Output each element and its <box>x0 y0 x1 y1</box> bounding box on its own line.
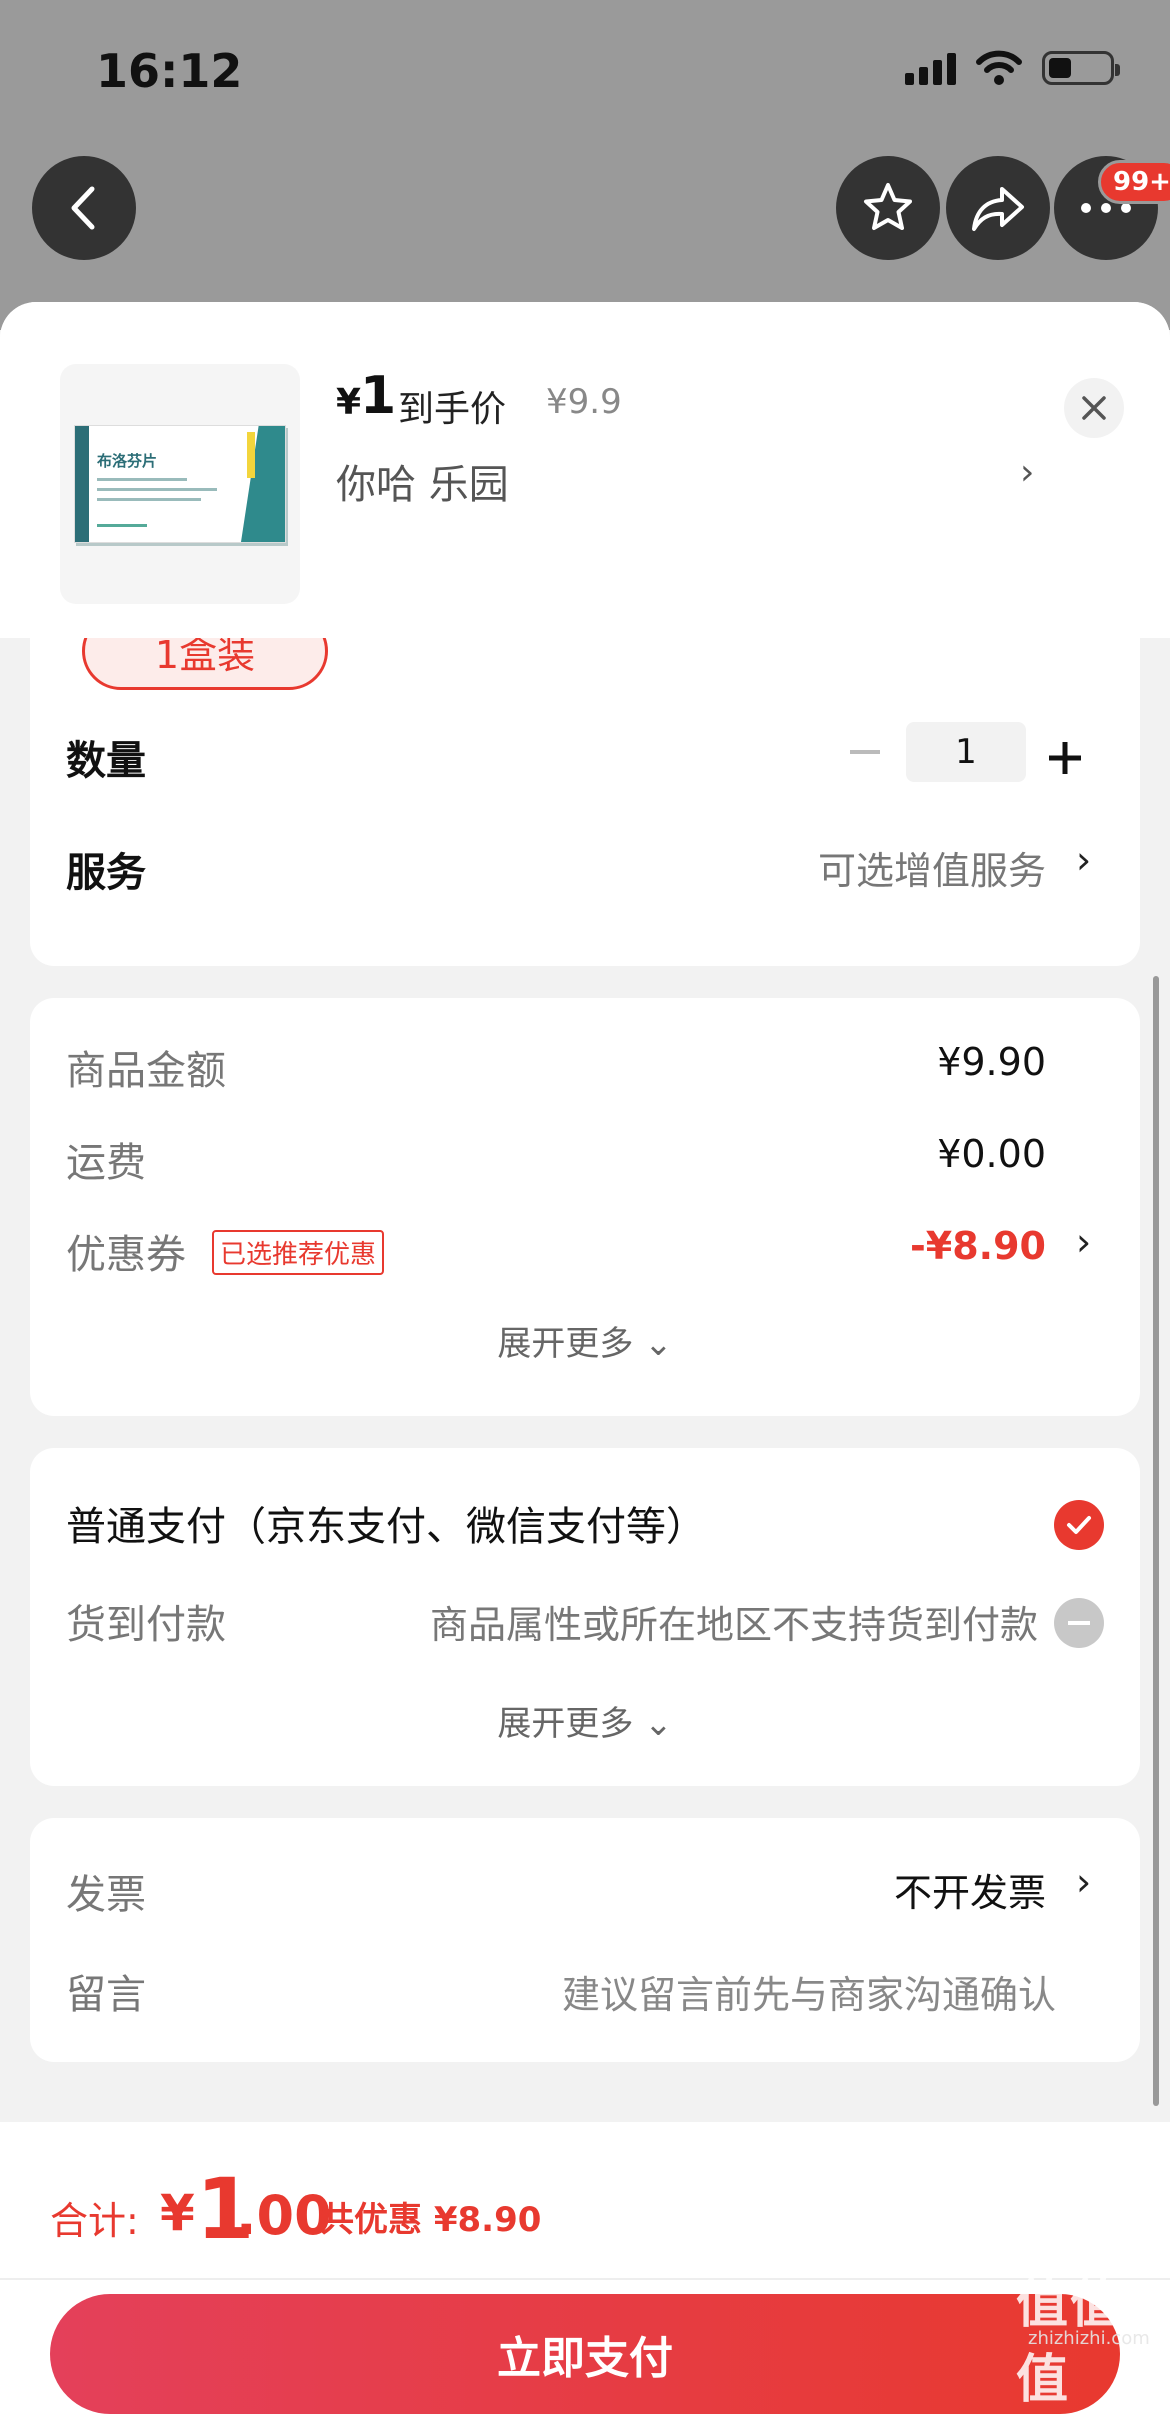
scrollbar[interactable] <box>1153 976 1159 2106</box>
normal-payment-radio[interactable] <box>1054 1500 1104 1550</box>
share-icon <box>972 187 1024 231</box>
invoice-label: 发票 <box>66 1872 146 1918</box>
battery-icon <box>1042 51 1120 85</box>
goods-amount-label: 商品金额 <box>66 1048 226 1094</box>
star-icon <box>864 183 912 230</box>
footer-divider <box>0 2278 1170 2280</box>
wifi-icon <box>976 50 1022 85</box>
payment-card: 普通支付（京东支付、微信支付等） 货到付款 商品属性或所在地区不支持货到付款 展… <box>30 1448 1140 1786</box>
quantity-decrease-button[interactable] <box>850 750 880 754</box>
favorite-button[interactable] <box>836 156 940 260</box>
status-time: 16:12 <box>96 44 243 98</box>
chevron-left-icon <box>71 186 95 230</box>
final-price-label: 到手价 <box>398 389 507 430</box>
back-button[interactable] <box>32 156 136 260</box>
medicine-box-image: 布洛芬片 <box>74 425 286 543</box>
notification-badge: 99+ <box>1098 160 1170 204</box>
cod-label: 货到付款 <box>66 1602 226 1648</box>
options-card: 1盒装 数量 1 服务 可选增值服务 › <box>30 582 1140 966</box>
price-currency: ¥ <box>336 382 362 423</box>
quantity-label: 数量 <box>66 738 146 784</box>
product-thumbnail: 布洛芬片 <box>60 364 300 604</box>
coupon-value[interactable]: -¥8.90 <box>910 1224 1046 1268</box>
selected-spec[interactable]: 你哈 乐园 <box>336 452 509 510</box>
spec-chevron-icon[interactable]: › <box>1020 452 1034 493</box>
goods-amount-value: ¥9.90 <box>937 1040 1046 1084</box>
shipping-label: 运费 <box>66 1140 146 1186</box>
extra-info-card: 发票 不开发票 › 留言 建议留言前先与商家沟通确认 <box>30 1818 1140 2062</box>
total-saving: 共优惠 ¥8.90 <box>320 2200 542 2240</box>
checkout-footer: 合计: ¥ 1 .00 共优惠 ¥8.90 立即支付 <box>0 2122 1170 2430</box>
invoice-value[interactable]: 不开发票 <box>894 1862 1046 1917</box>
coupon-tag: 已选推荐优惠 <box>212 1230 385 1275</box>
box-name: 布洛芬片 <box>97 452 158 470</box>
cod-radio-disabled <box>1054 1598 1104 1648</box>
message-label: 留言 <box>66 1972 146 2018</box>
amounts-card: 商品金额 ¥9.90 运费 ¥0.00 优惠券 已选推荐优惠 -¥8.90 › … <box>30 998 1140 1416</box>
payment-expand-more[interactable]: 展开更多 ⌄ <box>30 1696 1140 1745</box>
order-sheet: 布洛芬片 ¥ 1 到手价 ¥9.9 你哈 乐园 › 1盒装 数量 1 服务 可选… <box>0 302 1170 2122</box>
total-decimal: .00 <box>236 2184 332 2247</box>
service-label: 服务 <box>66 850 146 896</box>
cod-note: 商品属性或所在地区不支持货到付款 <box>429 1603 1038 1647</box>
final-price: 1 <box>360 366 397 426</box>
normal-payment-label[interactable]: 普通支付（京东支付、微信支付等） <box>66 1494 706 1552</box>
service-chevron-icon[interactable]: › <box>1076 838 1091 882</box>
message-input[interactable]: 建议留言前先与商家沟通确认 <box>562 1964 1056 2019</box>
status-icons <box>905 50 1120 86</box>
total-currency: ¥ <box>160 2184 195 2242</box>
watermark-url: zhizhizhi.com <box>1028 2328 1150 2349</box>
original-price: ¥9.9 <box>546 382 622 422</box>
signal-icon <box>905 51 956 85</box>
invoice-chevron-icon[interactable]: › <box>1076 1860 1091 1904</box>
share-button[interactable] <box>946 156 1050 260</box>
product-header: 布洛芬片 ¥ 1 到手价 ¥9.9 你哈 乐园 › <box>0 302 1170 638</box>
coupon-label: 优惠券 <box>66 1232 186 1278</box>
quantity-input[interactable]: 1 <box>906 722 1026 782</box>
close-button[interactable] <box>1064 378 1124 438</box>
shipping-value: ¥0.00 <box>937 1132 1046 1176</box>
check-icon <box>1067 1516 1091 1534</box>
total-label: 合计: <box>50 2199 139 2243</box>
coupon-chevron-icon[interactable]: › <box>1076 1220 1091 1264</box>
quantity-increase-button[interactable] <box>1048 728 1082 788</box>
pay-now-button[interactable]: 立即支付 <box>50 2294 1120 2414</box>
close-icon <box>1082 396 1106 420</box>
amounts-expand-more[interactable]: 展开更多 ⌄ <box>30 1316 1140 1365</box>
dimmed-overlay[interactable]: 16:12 99+ <box>0 0 1170 330</box>
service-value[interactable]: 可选增值服务 <box>818 840 1046 895</box>
